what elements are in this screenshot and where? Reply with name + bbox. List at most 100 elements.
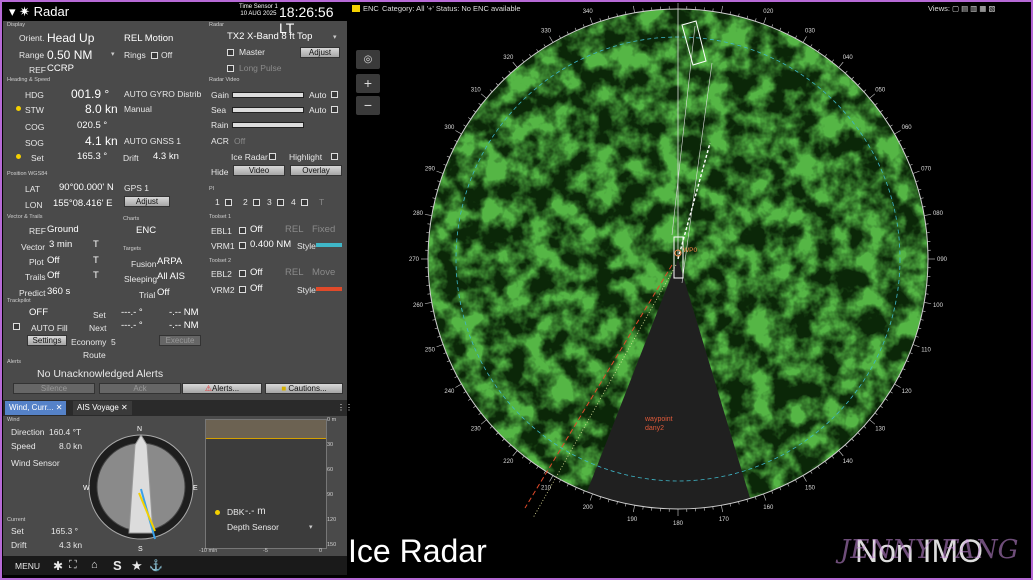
radar-source[interactable]: TX2 X-Band 8 ft Top xyxy=(227,31,312,42)
charts-value[interactable]: ENC xyxy=(136,225,156,236)
alerts-button[interactable]: ⚠Alerts... xyxy=(182,383,262,394)
vector-mode[interactable]: T xyxy=(93,239,99,250)
bearing-tick xyxy=(434,327,438,330)
sleeping-label: Sleeping xyxy=(124,274,158,284)
silence-button[interactable]: Silence xyxy=(13,383,95,394)
drift-value: 4.3 kn xyxy=(153,151,179,162)
cautions-button[interactable]: ■ Cautions... xyxy=(265,383,343,394)
tab-wind-current[interactable]: Wind, Curr... ✕ xyxy=(5,401,67,415)
range-value[interactable]: 0.50 NM xyxy=(47,48,92,62)
fusion-value[interactable]: ARPA xyxy=(157,256,182,267)
vt-ref-value[interactable]: Ground xyxy=(47,224,79,235)
sog-source[interactable]: AUTO GNSS 1 xyxy=(124,136,181,146)
star-icon[interactable]: ★ xyxy=(131,558,143,574)
acr-value[interactable]: Off xyxy=(234,136,245,146)
trails-value[interactable]: Off xyxy=(47,270,60,281)
bearing-tick xyxy=(746,15,749,19)
ship-icon[interactable]: ⚓ xyxy=(149,559,163,572)
depth-sensor[interactable]: Depth Sensor xyxy=(227,522,279,532)
pi-4-checkbox[interactable] xyxy=(301,199,308,206)
economy-value[interactable]: 5 xyxy=(111,337,116,347)
lat-source[interactable]: GPS 1 xyxy=(124,183,149,193)
pi-2-checkbox[interactable] xyxy=(253,199,260,206)
lon-value: 155°08.416' E xyxy=(53,198,113,209)
bearing-tick xyxy=(463,124,467,127)
bearing-tick xyxy=(495,83,499,86)
hide-label: Hide xyxy=(211,167,229,177)
predict-value[interactable]: 360 s xyxy=(47,286,70,297)
hide-video-button[interactable]: Video xyxy=(233,165,285,176)
s-button[interactable]: S xyxy=(113,558,122,573)
sleeping-value[interactable]: All AIS xyxy=(157,271,185,282)
sea-slider[interactable] xyxy=(232,107,304,113)
rings-checkbox[interactable] xyxy=(151,52,158,59)
bearing-tick xyxy=(779,27,782,31)
ref-value[interactable]: CCRP xyxy=(47,63,74,74)
pi-3-checkbox[interactable] xyxy=(277,199,284,206)
radar-adjust-button[interactable]: Adjust xyxy=(300,47,340,58)
plot-value[interactable]: Off xyxy=(47,255,60,266)
ebl1-mode[interactable]: Fixed xyxy=(312,224,335,235)
close-icon[interactable]: ✕ xyxy=(121,403,128,412)
chevron-down-icon[interactable]: ▾ xyxy=(111,50,115,58)
highlight-checkbox[interactable] xyxy=(331,153,338,160)
ack-button[interactable]: Ack xyxy=(99,383,181,394)
radar-ppi[interactable]: 0000100200300400500600700800901001101201… xyxy=(350,3,1030,575)
long-pulse-checkbox[interactable] xyxy=(227,65,234,72)
plot-mode[interactable]: T xyxy=(93,255,99,266)
vector-value[interactable]: 3 min xyxy=(49,239,72,250)
hide-overlay-button[interactable]: Overlay xyxy=(290,165,342,176)
vrm2-checkbox[interactable] xyxy=(239,286,246,293)
bearing-tick xyxy=(468,117,471,120)
depth-tick-30: 30 xyxy=(327,442,334,448)
waypoint-name[interactable]: waypoint xyxy=(644,416,673,423)
ebl1-checkbox[interactable] xyxy=(239,227,246,234)
tp-set-label: Set xyxy=(93,310,106,320)
execute-button[interactable]: Execute xyxy=(159,335,201,346)
ebl2-ref[interactable]: REL xyxy=(285,267,303,278)
settings-button[interactable]: Settings xyxy=(27,335,67,346)
ice-radar-checkbox[interactable] xyxy=(269,153,276,160)
alerts-message: No Unacknowledged Alerts xyxy=(37,368,164,380)
motion-value[interactable]: REL Motion xyxy=(124,33,173,44)
bearing-tick xyxy=(558,35,561,39)
pi-t-label[interactable]: T xyxy=(319,197,324,207)
home-icon[interactable]: ⌂ xyxy=(91,559,98,571)
hdg-source[interactable]: AUTO GYRO Distrib xyxy=(124,89,201,99)
stw-source[interactable]: Manual xyxy=(124,104,152,114)
toolset1-section: Toolset 1 xyxy=(209,214,232,220)
position-adjust-button[interactable]: Adjust xyxy=(124,196,170,207)
style1-swatch[interactable] xyxy=(316,243,342,247)
autofill-checkbox[interactable] xyxy=(13,323,20,330)
pi-1-checkbox[interactable] xyxy=(225,199,232,206)
lon-label: LON xyxy=(25,200,43,210)
gain-auto-checkbox[interactable] xyxy=(331,91,338,98)
ebl1-ref[interactable]: REL xyxy=(285,224,303,235)
settings-gear-icon[interactable]: ✱ xyxy=(53,559,63,573)
trial-value[interactable]: Off xyxy=(157,287,170,298)
waypoint-id[interactable]: dany2 xyxy=(645,425,664,432)
vrm1-checkbox[interactable] xyxy=(239,242,246,249)
fullscreen-icon[interactable]: ⛶ xyxy=(69,559,77,572)
gain-slider[interactable] xyxy=(232,92,304,98)
chevron-down-icon[interactable]: ▾ xyxy=(333,33,337,41)
ebl2-checkbox[interactable] xyxy=(239,270,246,277)
cog-label: COG xyxy=(25,122,45,132)
tab-ais-voyage[interactable]: AIS Voyage ✕ xyxy=(73,401,132,415)
wind-sensor[interactable]: Wind Sensor xyxy=(11,458,60,468)
style2-swatch[interactable] xyxy=(316,287,342,291)
bearing-tick xyxy=(574,27,577,31)
chevron-down-icon[interactable]: ▾ xyxy=(309,523,313,531)
pi-1-label: 1 xyxy=(215,197,220,207)
menu-button[interactable]: MENU xyxy=(15,561,40,571)
ebl2-mode[interactable]: Move xyxy=(312,267,335,278)
sea-auto-checkbox[interactable] xyxy=(331,106,338,113)
close-icon[interactable]: ✕ xyxy=(56,403,63,412)
master-checkbox[interactable] xyxy=(227,49,234,56)
orient-value[interactable]: Head Up xyxy=(47,31,94,45)
rain-slider[interactable] xyxy=(232,122,304,128)
radar-view[interactable]: ENC Category: All '+' Status: No ENC ava… xyxy=(348,3,1030,575)
trails-mode[interactable]: T xyxy=(93,270,99,281)
bearing-tick xyxy=(468,398,471,401)
drift-label: Drift xyxy=(123,153,139,163)
